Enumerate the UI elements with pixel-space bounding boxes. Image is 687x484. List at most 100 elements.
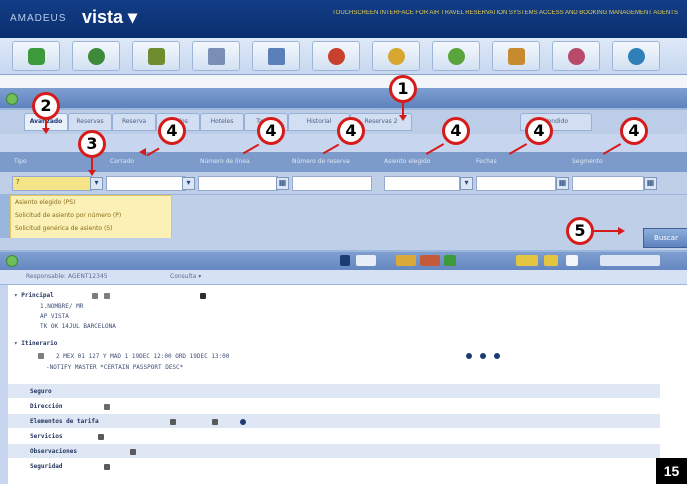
servicios-section[interactable]: Servicios bbox=[30, 433, 63, 440]
wand-button[interactable] bbox=[192, 41, 240, 71]
principal-plane-icon[interactable] bbox=[200, 293, 206, 299]
content-gutter bbox=[0, 285, 8, 484]
more-tools-icon[interactable] bbox=[600, 255, 660, 266]
callout-3-arrowhead bbox=[88, 170, 96, 176]
document-icon[interactable] bbox=[566, 255, 578, 266]
idea-icon bbox=[387, 47, 405, 65]
coins-icon[interactable] bbox=[544, 255, 558, 266]
principal-section[interactable]: ▾ Principal bbox=[14, 292, 54, 299]
tipo-select[interactable] bbox=[12, 176, 92, 191]
itinerary-info-icon[interactable] bbox=[466, 353, 472, 359]
tab-hoteles[interactable]: Hoteles bbox=[200, 113, 244, 131]
observaciones-icon[interactable] bbox=[130, 449, 136, 455]
globe-icon bbox=[87, 47, 105, 65]
consulta-menu[interactable]: Consulta ▾ bbox=[170, 273, 201, 280]
calendar-icon[interactable]: ▦ bbox=[276, 177, 289, 190]
callout-1-arrowhead bbox=[399, 115, 407, 121]
cerrado-field[interactable] bbox=[106, 176, 186, 191]
idea-button[interactable] bbox=[372, 41, 420, 71]
dropdown-item[interactable]: Solicitud genérica de asiento (S) bbox=[15, 225, 112, 232]
fechas-field[interactable] bbox=[476, 176, 556, 191]
asiento-button[interactable]: ▾ bbox=[460, 177, 473, 190]
principal-line: AP VISTA bbox=[40, 313, 69, 320]
servicios-icon[interactable] bbox=[98, 434, 104, 440]
principal-line: 1.NOMBRE/ MR bbox=[40, 303, 84, 310]
itinerary-seat-icon[interactable] bbox=[480, 353, 486, 359]
app-toolbar bbox=[0, 38, 687, 75]
row-band bbox=[8, 384, 660, 398]
itinerary-remark: -NOTIFY MASTER *CERTAIN PASSPORT DESC* bbox=[46, 364, 184, 371]
plant-button[interactable] bbox=[432, 41, 480, 71]
observaciones-section[interactable]: Observaciones bbox=[30, 448, 77, 455]
seguridad-section[interactable]: Seguridad bbox=[30, 463, 63, 470]
tipo-value: ? bbox=[16, 178, 20, 186]
col-asiento: Asiento elegido bbox=[384, 158, 431, 165]
seguridad-icon[interactable] bbox=[104, 464, 110, 470]
bag-button[interactable] bbox=[492, 41, 540, 71]
segmento-calendar-icon[interactable]: ▦ bbox=[644, 177, 657, 190]
callout-5: 5 bbox=[566, 217, 594, 245]
tab-reservas[interactable]: Reservas bbox=[68, 113, 112, 131]
tarifa-info-icon[interactable] bbox=[240, 419, 246, 425]
itinerary-line[interactable]: 2 MEX 01 127 Y MAD 1 19DEC 12:00 ORD 19D… bbox=[56, 353, 229, 360]
page-number: 15 bbox=[656, 458, 687, 484]
principal-tools-icon[interactable] bbox=[92, 293, 98, 299]
numero-linea-field[interactable] bbox=[198, 176, 278, 191]
home-icon bbox=[27, 47, 45, 65]
asiento-field[interactable] bbox=[384, 176, 460, 191]
money-icon bbox=[147, 47, 165, 65]
spacer-band bbox=[0, 75, 687, 88]
globe-button[interactable] bbox=[72, 41, 120, 71]
clock-button[interactable] bbox=[552, 41, 600, 71]
col-numero-reserva: Número de reserva bbox=[292, 158, 350, 165]
segmento-field[interactable] bbox=[572, 176, 644, 191]
edit-icon[interactable] bbox=[356, 255, 376, 266]
tarifa-icon[interactable] bbox=[170, 419, 176, 425]
callout-4: 4 bbox=[257, 117, 285, 145]
direccion-icon[interactable] bbox=[104, 404, 110, 410]
person-icon bbox=[327, 47, 345, 65]
money-button[interactable] bbox=[132, 41, 180, 71]
itinerario-section[interactable]: ▾ Itinerario bbox=[14, 340, 57, 347]
callout-5-arrowhead bbox=[618, 227, 625, 235]
direccion-section[interactable]: Dirección bbox=[30, 403, 63, 410]
book-button[interactable] bbox=[252, 41, 300, 71]
callout-5-arrow bbox=[594, 230, 618, 232]
ticket-icon[interactable] bbox=[516, 255, 538, 266]
print-icon[interactable] bbox=[396, 255, 416, 266]
cerrado-button[interactable]: ▾ bbox=[182, 177, 195, 190]
callout-2: 2 bbox=[32, 92, 60, 120]
header-notice: TOUCHSCREEN INTERFACE FOR AIR TRAVEL RES… bbox=[332, 10, 678, 16]
col-numero-linea: Número de línea bbox=[200, 158, 250, 165]
dropdown-item[interactable]: Solicitud de asiento por número (P) bbox=[15, 212, 121, 219]
person-button[interactable] bbox=[312, 41, 360, 71]
queue-icon[interactable] bbox=[420, 255, 440, 266]
principal-line: TK OK 14JUL BARCELONA bbox=[40, 323, 116, 330]
numero-reserva-field[interactable] bbox=[292, 176, 372, 191]
earth-icon bbox=[627, 47, 645, 65]
home-button[interactable] bbox=[12, 41, 60, 71]
vista-menu[interactable]: vista ▾ bbox=[82, 7, 137, 28]
refresh-icon[interactable] bbox=[444, 255, 456, 266]
flight-icon bbox=[38, 353, 44, 359]
callout-4: 4 bbox=[442, 117, 470, 145]
itinerary-more-icon[interactable] bbox=[494, 353, 500, 359]
tab-reserva[interactable]: Reserva bbox=[112, 113, 156, 131]
save-icon[interactable] bbox=[340, 255, 350, 266]
tipo-dropdown-button[interactable]: ▾ bbox=[90, 177, 103, 190]
seguro-section[interactable]: Seguro bbox=[30, 388, 52, 395]
fechas-calendar-icon[interactable]: ▦ bbox=[556, 177, 569, 190]
elementos-tarifa-section[interactable]: Elementos de tarifa bbox=[30, 418, 99, 425]
dropdown-item[interactable]: Asiento elegido (PS) bbox=[15, 199, 75, 206]
callout-4-arrowhead bbox=[139, 148, 146, 156]
callout-4: 4 bbox=[337, 117, 365, 145]
callout-1-arrow bbox=[402, 103, 404, 115]
callout-2-arrowhead bbox=[42, 128, 50, 134]
tarifa-edit-icon[interactable] bbox=[212, 419, 218, 425]
callout-2-arrow bbox=[45, 120, 47, 128]
col-tipo: Tipo bbox=[14, 158, 27, 165]
search-button[interactable]: Buscar bbox=[643, 228, 687, 248]
principal-edit-icon[interactable] bbox=[104, 293, 110, 299]
row-band bbox=[8, 444, 660, 458]
earth-button[interactable] bbox=[612, 41, 660, 71]
